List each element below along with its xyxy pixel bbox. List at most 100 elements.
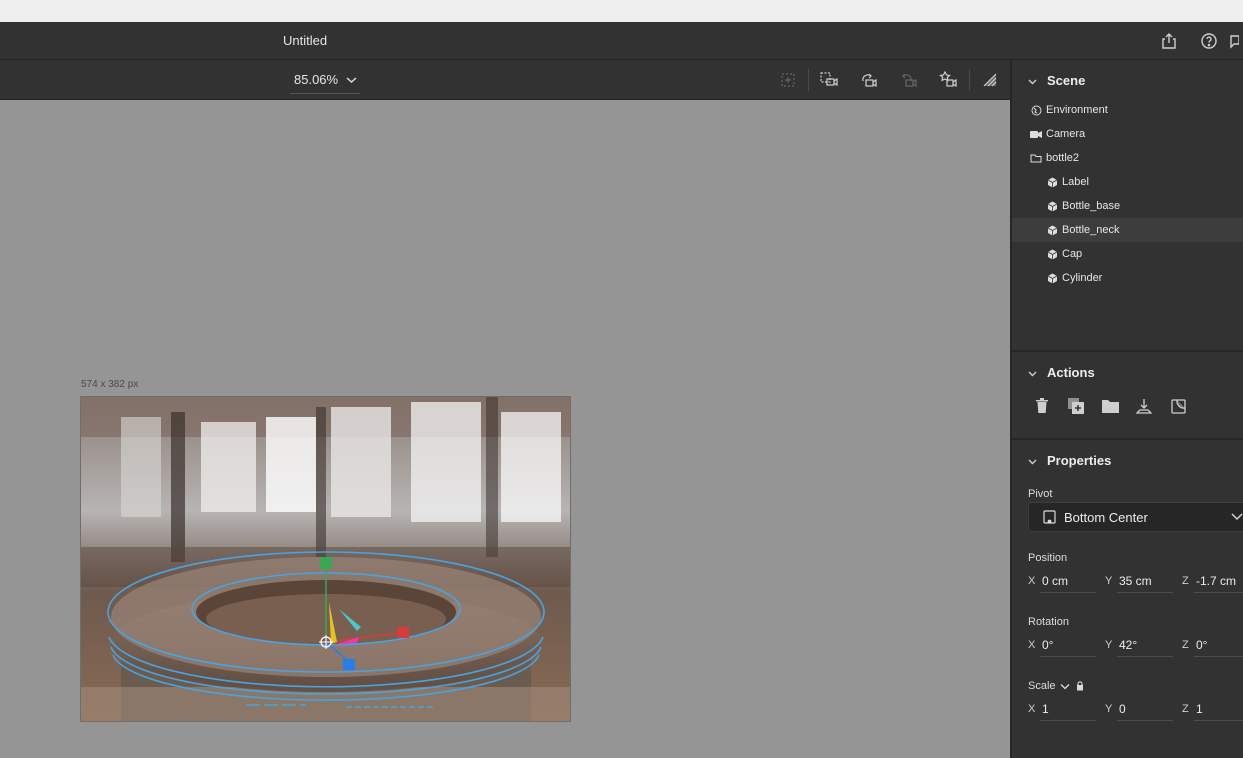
help-icon[interactable]	[1189, 22, 1229, 60]
scene-item-label: Bottle_base	[1062, 200, 1121, 212]
title-bar-icons	[1149, 22, 1243, 60]
folder-icon	[1028, 153, 1044, 163]
scene-item-bottle-base[interactable]: Bottle_base	[1012, 194, 1243, 218]
zoom-underline	[290, 93, 360, 94]
scale-z-field[interactable]: Z 1	[1182, 697, 1243, 721]
rotation-z-field[interactable]: Z 0°	[1182, 633, 1243, 657]
position-fields: X 0 cm Y 35 cm Z -1.7 cm	[1028, 569, 1243, 593]
right-panel: Scene Environment Camera bottle2 Label B…	[1010, 60, 1243, 758]
rotation-x-field[interactable]: X 0°	[1028, 633, 1096, 657]
rotation-y-field[interactable]: Y 42°	[1105, 633, 1173, 657]
document-title: Untitled	[283, 33, 328, 48]
chevron-down-icon	[1028, 453, 1037, 468]
position-y-field[interactable]: Y 35 cm	[1105, 569, 1173, 593]
chevron-down-icon	[1231, 510, 1243, 527]
scene-item-label: Bottle_neck	[1062, 224, 1120, 236]
field-underline	[1117, 592, 1173, 593]
scene-item-environment[interactable]: Environment	[1012, 98, 1243, 122]
rotation-fields: X 0° Y 42° Z 0°	[1028, 633, 1243, 657]
position-x-value: 0 cm	[1042, 574, 1069, 588]
align-icon[interactable]	[1168, 396, 1188, 416]
scene-section-header[interactable]: Scene	[1012, 62, 1243, 98]
position-x-field[interactable]: X 0 cm	[1028, 569, 1096, 593]
actions-section-header[interactable]: Actions	[1012, 354, 1243, 390]
rotation-y-value: 42°	[1119, 638, 1138, 652]
redo-camera-icon[interactable]	[889, 60, 929, 100]
pivot-dropdown[interactable]: Bottom Center	[1028, 502, 1243, 532]
canvas-viewport[interactable]: 574 x 382 px	[0, 100, 1010, 758]
axis-y-label: Y	[1105, 703, 1113, 715]
cube-icon	[1044, 177, 1060, 188]
axis-x-label: X	[1028, 575, 1036, 587]
cube-icon	[1044, 225, 1060, 236]
scale-x-value: 1	[1042, 702, 1049, 716]
scene-item-cylinder[interactable]: Cylinder	[1012, 266, 1243, 290]
properties-title: Properties	[1047, 452, 1112, 468]
axis-z-label: Z	[1182, 575, 1189, 587]
scene-item-cap[interactable]: Cap	[1012, 242, 1243, 266]
actions-title: Actions	[1047, 364, 1095, 380]
pivot-bottom-icon	[1043, 510, 1056, 524]
position-y-value: 35 cm	[1119, 574, 1152, 588]
feedback-icon[interactable]	[1229, 22, 1243, 60]
scale-fields: X 1 Y 0 Z 1	[1028, 697, 1243, 721]
scene-item-label: Cap	[1062, 248, 1083, 260]
rotation-label: Rotation	[1028, 616, 1069, 628]
share-icon[interactable]	[1149, 22, 1189, 60]
scene-item-label: Label	[1062, 176, 1089, 188]
frame-selection-icon[interactable]	[768, 60, 808, 100]
zoom-value: 85.06%	[294, 72, 339, 87]
cube-icon	[1044, 273, 1060, 284]
field-underline	[1117, 720, 1173, 721]
axis-x-label: X	[1028, 703, 1036, 715]
chevron-down-icon	[1028, 365, 1037, 380]
position-label: Position	[1028, 552, 1068, 564]
scene-item-bottle2[interactable]: bottle2	[1012, 146, 1243, 170]
field-underline	[1194, 592, 1243, 593]
chevron-down-icon	[346, 72, 357, 87]
field-underline	[1194, 720, 1243, 721]
delete-icon[interactable]	[1032, 396, 1052, 416]
axis-y-label: Y	[1105, 575, 1113, 587]
scene-item-label-mesh[interactable]: Label	[1012, 170, 1243, 194]
properties-section-header[interactable]: Properties	[1012, 442, 1243, 478]
ground-plane-icon[interactable]	[970, 60, 1010, 100]
camera-icon	[1028, 130, 1044, 139]
scene-item-label: bottle2	[1046, 152, 1080, 164]
field-underline	[1194, 656, 1243, 657]
scale-label: Scale	[1028, 680, 1056, 692]
scene-item-camera[interactable]: Camera	[1012, 122, 1243, 146]
axis-z-label: Z	[1182, 703, 1189, 715]
pivot-value: Bottom Center	[1064, 509, 1148, 525]
scene-item-bottle-neck[interactable]: Bottle_neck	[1012, 218, 1243, 242]
group-folder-icon[interactable]	[1100, 396, 1120, 416]
favorite-camera-icon[interactable]	[929, 60, 969, 100]
scene-render	[81, 397, 570, 721]
camera-frame-icon[interactable]	[809, 60, 849, 100]
cube-icon	[1044, 201, 1060, 212]
lock-icon[interactable]	[1076, 681, 1084, 691]
view-tools	[768, 60, 1010, 100]
field-underline	[1040, 592, 1096, 593]
artboard[interactable]	[80, 396, 571, 722]
scene-title: Scene	[1047, 72, 1086, 88]
scale-z-value: 1	[1196, 702, 1203, 716]
rotation-z-value: 0°	[1196, 638, 1208, 652]
canvas-toolbar: 85.06%	[0, 60, 1010, 100]
pivot-label: Pivot	[1028, 488, 1053, 500]
actions-toolbar	[1032, 396, 1188, 416]
scale-y-field[interactable]: Y 0	[1105, 697, 1173, 721]
position-z-field[interactable]: Z -1.7 cm	[1182, 569, 1243, 593]
rotate-camera-icon[interactable]	[849, 60, 889, 100]
zoom-dropdown[interactable]: 85.06%	[294, 72, 357, 87]
duplicate-icon[interactable]	[1066, 396, 1086, 416]
scene-item-label: Cylinder	[1062, 272, 1103, 284]
axis-y-label: Y	[1105, 639, 1113, 651]
drop-to-ground-icon[interactable]	[1134, 396, 1154, 416]
field-underline	[1040, 720, 1096, 721]
scale-x-field[interactable]: X 1	[1028, 697, 1096, 721]
scene-item-label: Environment	[1046, 104, 1108, 116]
chevron-down-icon[interactable]	[1060, 683, 1070, 690]
field-underline	[1040, 656, 1096, 657]
scene-item-label: Camera	[1046, 128, 1086, 140]
